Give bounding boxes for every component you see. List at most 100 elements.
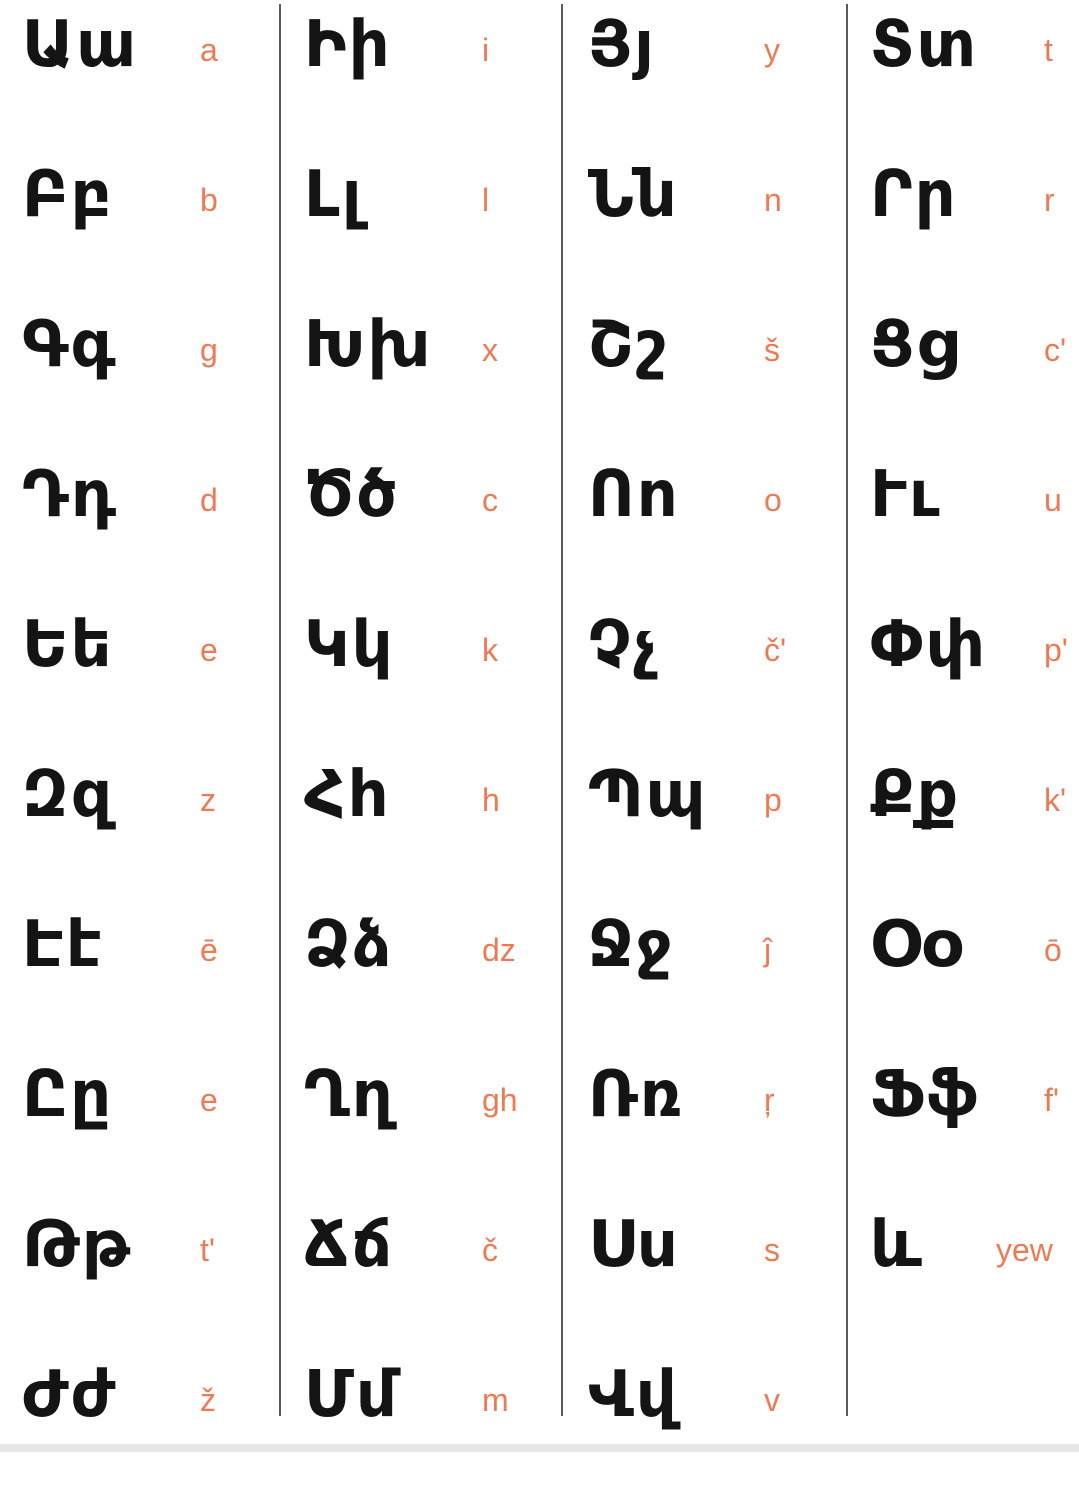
letter-entry: Աա a [22,0,302,150]
transliteration-label: k [482,632,498,668]
armenian-letter-pair: Էէ [22,908,104,982]
armenian-letter-pair: Օօ [870,908,963,982]
armenian-letter-pair: Ղղ [304,1058,395,1132]
armenian-letter-pair: Ոո [588,458,680,532]
transliteration-label: yew [996,1232,1053,1268]
armenian-letter-pair: Հհ [304,758,391,832]
armenian-letter-pair: Քք [870,758,961,832]
letter-entry: Ծծ c [304,450,584,600]
transliteration-label: p [764,782,782,818]
transliteration-label: t [1044,32,1053,68]
transliteration-label: dz [482,932,516,968]
letter-entry: Դդ d [22,450,302,600]
letter-entry: Քք k' [870,750,1079,900]
letter-entry: Թթ t' [22,1200,302,1350]
armenian-letter-pair: Տտ [870,8,979,82]
alphabet-chart: Աա a Բբ b Գգ g Դդ d Եե e Զզ z Էէ ē Ըը e Թթ t' Ժժ ž… [0,0,1079,1444]
armenian-letter-pair: Եե [22,608,114,682]
letter-entry: Նն n [588,150,868,300]
armenian-letter-pair: Փփ [870,608,988,682]
letter-entry: Ռռ ŗ [588,1050,868,1200]
transliteration-label: gh [482,1082,518,1118]
armenian-letter-pair: Ցց [870,308,960,382]
letter-entry: Լլ l [304,150,584,300]
transliteration-label: p' [1044,632,1068,668]
armenian-letter-pair: Պպ [588,758,708,832]
letter-entry: Պպ p [588,750,868,900]
letter-entry: Էէ ē [22,900,302,1050]
letter-entry: Ըը e [22,1050,302,1200]
transliteration-label: f' [1044,1082,1059,1118]
transliteration-label: r [1044,182,1055,218]
transliteration-label: ž [200,1382,216,1418]
armenian-letter-pair: Սս [588,1208,680,1282]
armenian-letter-pair: Աա [22,8,139,82]
armenian-letter-pair: Խխ [304,308,433,382]
armenian-letter-pair: Ժժ [22,1358,118,1432]
armenian-letter-pair: Մմ [304,1358,400,1432]
armenian-letter-pair: Ջջ [588,908,675,982]
armenian-letter-pair: Վվ [588,1358,679,1432]
transliteration-label: č' [764,632,787,668]
transliteration-label: ō [1044,932,1062,968]
letter-entry: Զզ z [22,750,302,900]
armenian-letter-pair: Ծծ [304,458,400,532]
armenian-letter-pair: Ռռ [588,1058,685,1132]
letter-entry: Ցց c' [870,300,1079,450]
armenian-letter-pair: Ֆֆ [870,1058,981,1132]
letter-entry: Սս s [588,1200,868,1350]
armenian-letter-pair: Ըը [22,1058,114,1132]
transliteration-label: k' [1044,782,1067,818]
letter-entry: Ււ u [870,450,1079,600]
armenian-letter-pair: Լլ [304,158,364,232]
armenian-letter-pair: Կկ [304,608,395,682]
transliteration-label: a [200,32,218,68]
letter-entry: Ոո o [588,450,868,600]
letter-entry: Ջջ ĵ [588,900,868,1050]
transliteration-label: c [482,482,498,518]
transliteration-label: b [200,182,218,218]
letter-entry: Խխ x [304,300,584,450]
letter-entry: և yew [870,1200,1079,1350]
armenian-letter-pair: Զզ [22,758,115,832]
transliteration-label: t' [200,1232,215,1268]
letter-entry: Օօ ō [870,900,1079,1050]
letter-entry: Կկ k [304,600,584,750]
letter-entry: Շշ š [588,300,868,450]
transliteration-label: d [200,482,218,518]
letter-entry: Ժժ ž [22,1350,302,1500]
armenian-letter-pair: Ււ [870,458,942,532]
letter-entry: Իի i [304,0,584,150]
transliteration-label: ē [200,932,218,968]
transliteration-label: n [764,182,782,218]
transliteration-label: m [482,1382,509,1418]
transliteration-label: g [200,332,218,368]
transliteration-label: i [482,32,490,68]
transliteration-label: o [764,482,782,518]
letter-entry: Եե e [22,600,302,750]
transliteration-label: h [482,782,500,818]
transliteration-label: x [482,332,498,368]
letter-entry: Րր r [870,150,1079,300]
transliteration-label: z [200,782,216,818]
transliteration-label: š [764,332,780,368]
letter-entry: Գգ g [22,300,302,450]
transliteration-label: c' [1044,332,1067,368]
transliteration-label: s [764,1232,780,1268]
armenian-letter-pair: Գգ [22,308,118,382]
letter-entry: Փփ p' [870,600,1079,750]
letter-entry: Ձձ dz [304,900,584,1050]
transliteration-label: v [764,1382,780,1418]
letter-entry: Բբ b [22,150,302,300]
transliteration-label: ĵ [764,932,772,968]
armenian-letter-pair: Չչ [588,608,659,682]
letter-entry: Յյ y [588,0,868,150]
letter-entry: Հհ h [304,750,584,900]
transliteration-label: ŗ [764,1082,775,1118]
armenian-letter-pair: Ձձ [304,908,394,982]
transliteration-label: č [482,1232,498,1268]
armenian-letter-pair: Րր [870,158,958,232]
armenian-letter-pair: Շշ [588,308,669,382]
letter-entry: Վվ v [588,1350,868,1500]
bottom-edge [0,1444,1079,1452]
